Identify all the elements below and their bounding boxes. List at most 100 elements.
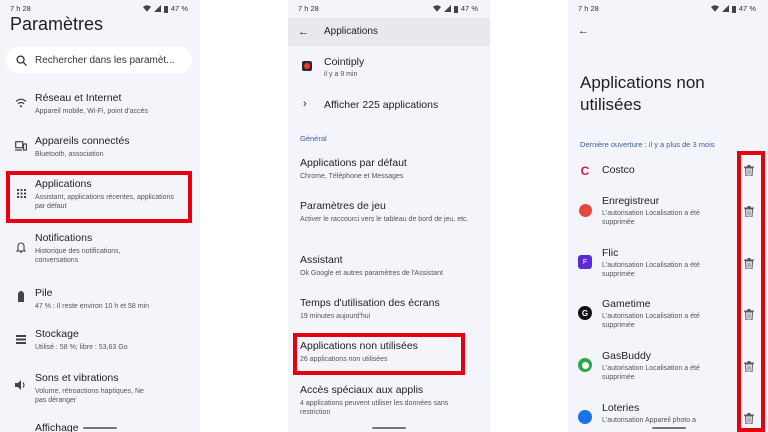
apps-item-special-access[interactable]: Accès spéciaux aux applis 4 applications… (300, 384, 480, 417)
settings-item-subtitle: Volume, rétroactions haptiques, Ne pas d… (35, 388, 144, 404)
battery-status-icon (731, 5, 736, 13)
highlight-box-unused-apps (293, 333, 465, 375)
section-header-general: Général (300, 134, 327, 143)
apps-item-subtitle: Activer le raccourci vers le tableau de … (300, 216, 469, 223)
unused-apps-screen: 7 h 28 47 % ← Applications non utilisées… (568, 0, 768, 432)
page-title-line1: Applications non (580, 73, 705, 92)
page-title-line2: utilisées (580, 95, 642, 114)
signal-status-icon (721, 5, 729, 12)
wifi-status-icon (710, 5, 719, 12)
settings-item-connected-devices[interactable]: Appareils connectés Bluetooth, associati… (0, 133, 200, 163)
apps-item-screen-time[interactable]: Temps d'utilisation des écrans 19 minute… (300, 297, 480, 321)
flic-app-icon: F (578, 255, 592, 269)
app-subtitle: L'autorisation Localisation a été suppri… (602, 313, 700, 329)
apps-item-assistant[interactable]: Assistant Ok Google et autres paramètres… (300, 254, 480, 278)
apps-item-title: Assistant (300, 254, 343, 266)
apps-item-game-settings[interactable]: Paramètres de jeu Activer le raccourci v… (300, 200, 480, 224)
signal-status-icon (153, 5, 161, 12)
app-name: GasBuddy (602, 350, 652, 362)
apps-item-subtitle: Chrome, Téléphone et Messages (300, 173, 404, 180)
applications-screen: 7 h 28 47 % ← Applications Cointiply il … (288, 0, 490, 432)
volume-icon (14, 378, 28, 392)
battery-status-icon (163, 5, 168, 13)
status-battery: 47 % (738, 4, 756, 13)
devices-icon (14, 139, 28, 153)
apps-item-title: Accès spéciaux aux applis (300, 384, 424, 396)
gesture-handle[interactable] (652, 427, 686, 429)
settings-item-subtitle: 47 % : Il reste environ 10 h et 58 min (35, 303, 150, 310)
signal-status-icon (443, 5, 451, 12)
bell-icon (14, 240, 28, 254)
apps-item-subtitle: Ok Google et autres paramètres de l'Assi… (300, 270, 443, 277)
page-title: Applications non utilisées (580, 72, 705, 116)
settings-item-title: Appareils connectés (35, 135, 130, 147)
gesture-handle[interactable] (372, 427, 406, 429)
search-bar[interactable]: Rechercher dans les paramèt... (6, 47, 192, 73)
recent-app-time: il y a 9 min (324, 71, 358, 78)
app-name: Gametime (602, 298, 651, 310)
settings-item-subtitle: Historique des notifications, conversati… (35, 248, 121, 264)
unused-app-enregistreur: Enregistreur L'autorisation Localisation… (578, 195, 758, 235)
apps-item-title: Paramètres de jeu (300, 200, 386, 212)
app-name: Enregistreur (602, 195, 660, 207)
settings-item-subtitle: Bluetooth, association (35, 151, 104, 158)
page-title: Paramètres (10, 14, 104, 34)
apps-item-title: Applications par défaut (300, 157, 407, 169)
settings-item-notifications[interactable]: Notifications Historique des notificatio… (0, 230, 200, 270)
unused-app-flic: F Flic L'autorisation Localisation a été… (578, 247, 758, 287)
top-app-bar: ← Applications (288, 18, 490, 46)
settings-item-sound[interactable]: Sons et vibrations Volume, rétroactions … (0, 370, 200, 410)
chevron-right-icon: › (303, 98, 307, 110)
settings-item-title: Stockage (35, 328, 79, 340)
settings-item-title: Pile (35, 287, 53, 299)
wifi-icon (14, 96, 28, 110)
settings-item-network[interactable]: Réseau et Internet Appareil mobile, Wi-F… (0, 90, 200, 120)
highlight-box-applications (6, 171, 192, 223)
settings-item-title: Réseau et Internet (35, 92, 122, 104)
status-bar: 7 h 28 47 % (298, 4, 478, 16)
app-subtitle: L'autorisation Localisation a été suppri… (602, 262, 700, 278)
gasbuddy-app-icon (578, 358, 592, 372)
app-subtitle: L'autorisation Localisation a été suppri… (602, 365, 700, 381)
recent-app-name: Cointiply (324, 56, 365, 68)
search-placeholder: Rechercher dans les paramèt... (35, 54, 175, 66)
back-arrow-icon[interactable]: ← (578, 25, 589, 37)
apps-item-subtitle: 4 applications peuvent utiliser les donn… (300, 400, 449, 416)
show-all-label: Afficher 225 applications (324, 99, 439, 111)
settings-item-subtitle: Utilisé : 58 %; libre : 53,63 Go (35, 344, 128, 351)
app-subtitle: L'autorisation Appareil photo a (602, 417, 696, 424)
battery-status-icon (453, 5, 458, 13)
app-name: Costco (602, 164, 635, 176)
status-battery: 47 % (170, 4, 188, 13)
unused-app-gasbuddy: GasBuddy L'autorisation Localisation a é… (578, 350, 758, 390)
status-bar: 7 h 28 47 % (578, 4, 756, 16)
settings-item-title: Notifications (35, 232, 93, 244)
apps-item-title: Temps d'utilisation des écrans (300, 297, 440, 309)
costco-app-icon: C (580, 164, 590, 178)
page-title: Applications (324, 26, 378, 37)
app-subtitle: L'autorisation Localisation a été suppri… (602, 210, 700, 226)
wifi-status-icon (142, 5, 151, 12)
unused-app-gametime: G Gametime L'autorisation Localisation a… (578, 298, 758, 338)
status-time: 7 h 28 (298, 4, 319, 13)
settings-item-title: Sons et vibrations (35, 372, 119, 384)
recorder-app-icon (578, 203, 592, 217)
back-arrow-icon[interactable]: ← (298, 26, 309, 38)
section-last-opened: Dernière ouverture : il y a plus de 3 mo… (580, 140, 715, 149)
unused-app-costco: C Costco (578, 162, 758, 182)
status-battery: 47 % (460, 4, 478, 13)
status-time: 7 h 28 (10, 4, 31, 13)
highlight-box-trash-column (737, 151, 765, 432)
apps-item-subtitle: 19 minutes aujourd'hui (300, 313, 371, 320)
wifi-status-icon (432, 5, 441, 12)
app-name: Flic (602, 247, 619, 259)
status-time: 7 h 28 (578, 4, 599, 13)
gesture-handle[interactable] (83, 427, 117, 429)
storage-icon (14, 332, 28, 346)
battery-icon (14, 289, 28, 303)
settings-item-battery[interactable]: Pile 47 % : Il reste environ 10 h et 58 … (0, 285, 200, 315)
apps-item-default[interactable]: Applications par défaut Chrome, Téléphon… (300, 157, 480, 181)
app-name: Loteries (602, 402, 640, 414)
search-icon (16, 54, 27, 66)
settings-item-storage[interactable]: Stockage Utilisé : 58 %; libre : 53,63 G… (0, 326, 200, 356)
